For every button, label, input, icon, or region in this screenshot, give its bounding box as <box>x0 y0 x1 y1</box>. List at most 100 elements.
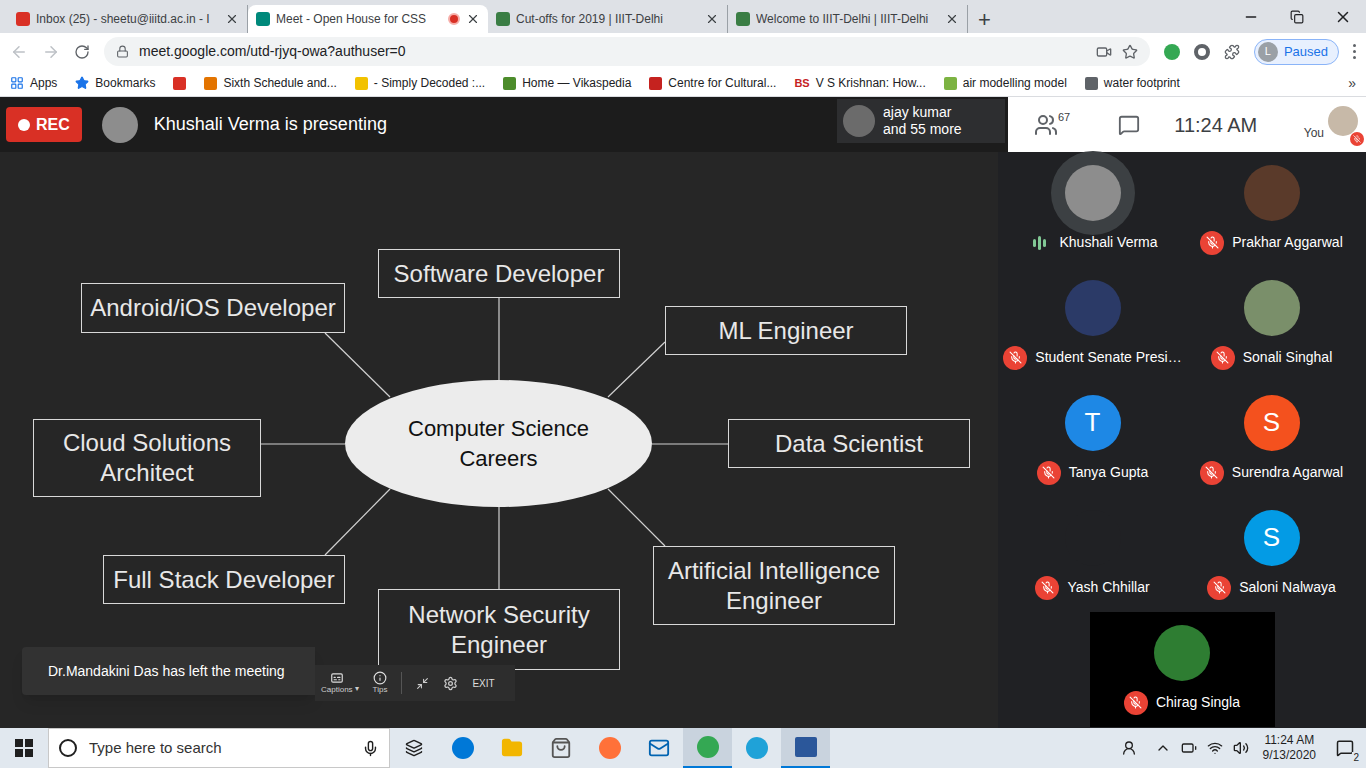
bookmark-item[interactable]: air modelling model <box>944 74 1067 92</box>
tips-button[interactable]: Tips <box>373 671 388 695</box>
browser-tab[interactable]: Inbox (25) - sheetu@iiitd.ac.in - I <box>8 5 248 33</box>
exit-fullscreen-icon[interactable] <box>416 677 429 690</box>
people-tray-icon[interactable] <box>1121 740 1137 756</box>
exit-button[interactable]: EXIT <box>472 676 508 691</box>
participant-name: Student Senate Presi… <box>1035 347 1181 368</box>
taskbar-app[interactable] <box>585 728 634 768</box>
browser-tab[interactable]: Cut-offs for 2019 | IIIT-Delhi <box>488 5 728 33</box>
browser-tab[interactable]: Welcome to IIIT-Delhi | IIIT-Delhi <box>728 5 968 33</box>
minimize-icon[interactable] <box>1228 9 1274 25</box>
close-window-icon[interactable] <box>1320 8 1366 26</box>
participant-tile[interactable]: Prakhar Aggarwal <box>1182 152 1361 267</box>
taskbar-app[interactable] <box>536 728 585 768</box>
start-button[interactable] <box>0 728 48 768</box>
taskbar-app[interactable] <box>781 728 830 768</box>
meet-area: RECKhushali Verma is presentingajay kuma… <box>0 97 1366 728</box>
reload-icon[interactable] <box>74 44 90 60</box>
meet-header-panel: 6711:24 AMYou <box>1008 97 1366 152</box>
camera-icon[interactable] <box>1096 44 1112 60</box>
participant-tile[interactable]: Sonali Singhal <box>1182 267 1361 382</box>
taskbar-app[interactable] <box>438 728 487 768</box>
participant-avatar <box>1244 165 1300 221</box>
participant-tile[interactable]: Chirag Singla <box>1090 612 1275 727</box>
recording-icon <box>448 13 460 25</box>
mic-off-icon <box>1003 346 1027 370</box>
career-node: Data Scientist <box>728 419 970 468</box>
taskbar-app[interactable] <box>683 728 732 768</box>
participant-avatar <box>1154 625 1210 681</box>
close-tab-icon[interactable] <box>225 12 239 26</box>
bookmark-icon <box>355 77 368 90</box>
windows-logo-icon <box>15 739 33 757</box>
taskbar-app[interactable] <box>634 728 683 768</box>
participant-avatar: S <box>1244 510 1300 566</box>
forward-icon[interactable] <box>42 43 60 61</box>
mic-off-icon <box>1200 231 1224 255</box>
career-node: Android/iOS Developer <box>81 283 345 333</box>
microphone-icon[interactable] <box>362 740 379 757</box>
clock[interactable]: 11:24 AM9/13/2020 <box>1259 733 1320 763</box>
task-view-icon[interactable] <box>390 728 438 768</box>
bookmark-icon <box>649 77 662 90</box>
participant-tile[interactable]: SSurendra Agarwal <box>1182 382 1361 497</box>
participant-tile[interactable]: Yash Chhillar <box>1003 497 1182 612</box>
tab-title: Meet - Open House for CSS <box>276 10 442 28</box>
bookmark-item[interactable]: Home — Vikaspedia <box>503 74 631 92</box>
hidden-icons-icon[interactable] <box>1155 740 1171 756</box>
close-tab-icon[interactable] <box>705 12 719 26</box>
bookmark-icon <box>204 77 217 90</box>
career-node: Full Stack Developer <box>103 555 345 604</box>
mail-icon <box>648 737 670 759</box>
settings-icon[interactable] <box>443 676 458 691</box>
toolbar: meet.google.com/utd-rjyq-owa?authuser=0 L… <box>0 33 1366 70</box>
taskbar-app[interactable] <box>732 728 781 768</box>
extension-icon[interactable] <box>1194 44 1210 60</box>
extension-icon[interactable] <box>1164 44 1180 60</box>
participant-tile[interactable]: Student Senate Presi… <box>1003 267 1182 382</box>
extensions-icon[interactable] <box>1224 44 1240 60</box>
notifications-button[interactable]: 2 <box>1330 733 1360 763</box>
bookmark-item[interactable]: water footprint <box>1085 74 1180 92</box>
bookmark-item[interactable] <box>173 77 186 90</box>
participant-tile[interactable]: SSaloni Nalwaya <box>1182 497 1361 612</box>
rec-badge: REC <box>6 107 82 142</box>
close-tab-icon[interactable] <box>466 12 480 26</box>
bookmark-item[interactable]: - Simply Decoded :... <box>355 74 485 92</box>
bookmark-item[interactable]: Sixth Schedule and... <box>204 74 336 92</box>
bookmark-item[interactable]: Apps <box>10 74 57 92</box>
wifi-icon[interactable] <box>1207 740 1223 756</box>
restore-icon[interactable] <box>1274 10 1320 24</box>
mic-off-icon <box>1207 576 1231 600</box>
volume-icon[interactable] <box>1233 740 1249 756</box>
new-tab-button[interactable]: + <box>968 5 1001 33</box>
bookmark-item[interactable]: BSV S Krishnan: How... <box>794 74 925 92</box>
browser-tab[interactable]: Meet - Open House for CSS <box>248 5 488 33</box>
tab-title: Cut-offs for 2019 | IIIT-Delhi <box>516 10 699 28</box>
captions-button[interactable]: Captions▾ <box>321 671 359 695</box>
taskbar-app[interactable] <box>487 728 536 768</box>
participant-grid: Khushali VermaPrakhar Aggarwal Student Se… <box>998 152 1366 728</box>
favicon-icon <box>736 12 750 26</box>
bookmark-item[interactable]: Bookmarks <box>75 74 155 92</box>
mic-off-icon <box>1124 691 1148 715</box>
word-icon <box>795 737 817 757</box>
people-icon <box>1034 113 1058 137</box>
back-icon[interactable] <box>10 43 28 61</box>
speaking-icon <box>1027 231 1051 255</box>
bookmark-star-icon[interactable] <box>1122 44 1138 60</box>
people-button[interactable]: 67 <box>1034 113 1070 137</box>
profile-chip[interactable]: LPaused <box>1254 39 1339 65</box>
mic-off-icon <box>1035 576 1059 600</box>
menu-icon[interactable] <box>1353 44 1356 59</box>
bookmark-item[interactable]: Centre for Cultural... <box>649 74 776 92</box>
participant-tile[interactable]: Khushali Verma <box>1003 152 1182 267</box>
others-chip[interactable]: ajay kumarand 55 more <box>837 99 1005 143</box>
participant-tile[interactable]: TTanya Gupta <box>1003 382 1182 497</box>
close-tab-icon[interactable] <box>945 12 959 26</box>
search-box[interactable]: Type here to search <box>48 728 390 768</box>
tab-strip: Inbox (25) - sheetu@iiitd.ac.in - I Meet … <box>0 0 1366 33</box>
taskbar: Type here to search 11:24 AM9/13/2020 2 <box>0 728 1366 768</box>
chat-icon[interactable] <box>1118 114 1140 136</box>
address-bar[interactable]: meet.google.com/utd-rjyq-owa?authuser=0 <box>104 37 1150 66</box>
more-bookmarks[interactable]: » <box>1348 73 1356 94</box>
